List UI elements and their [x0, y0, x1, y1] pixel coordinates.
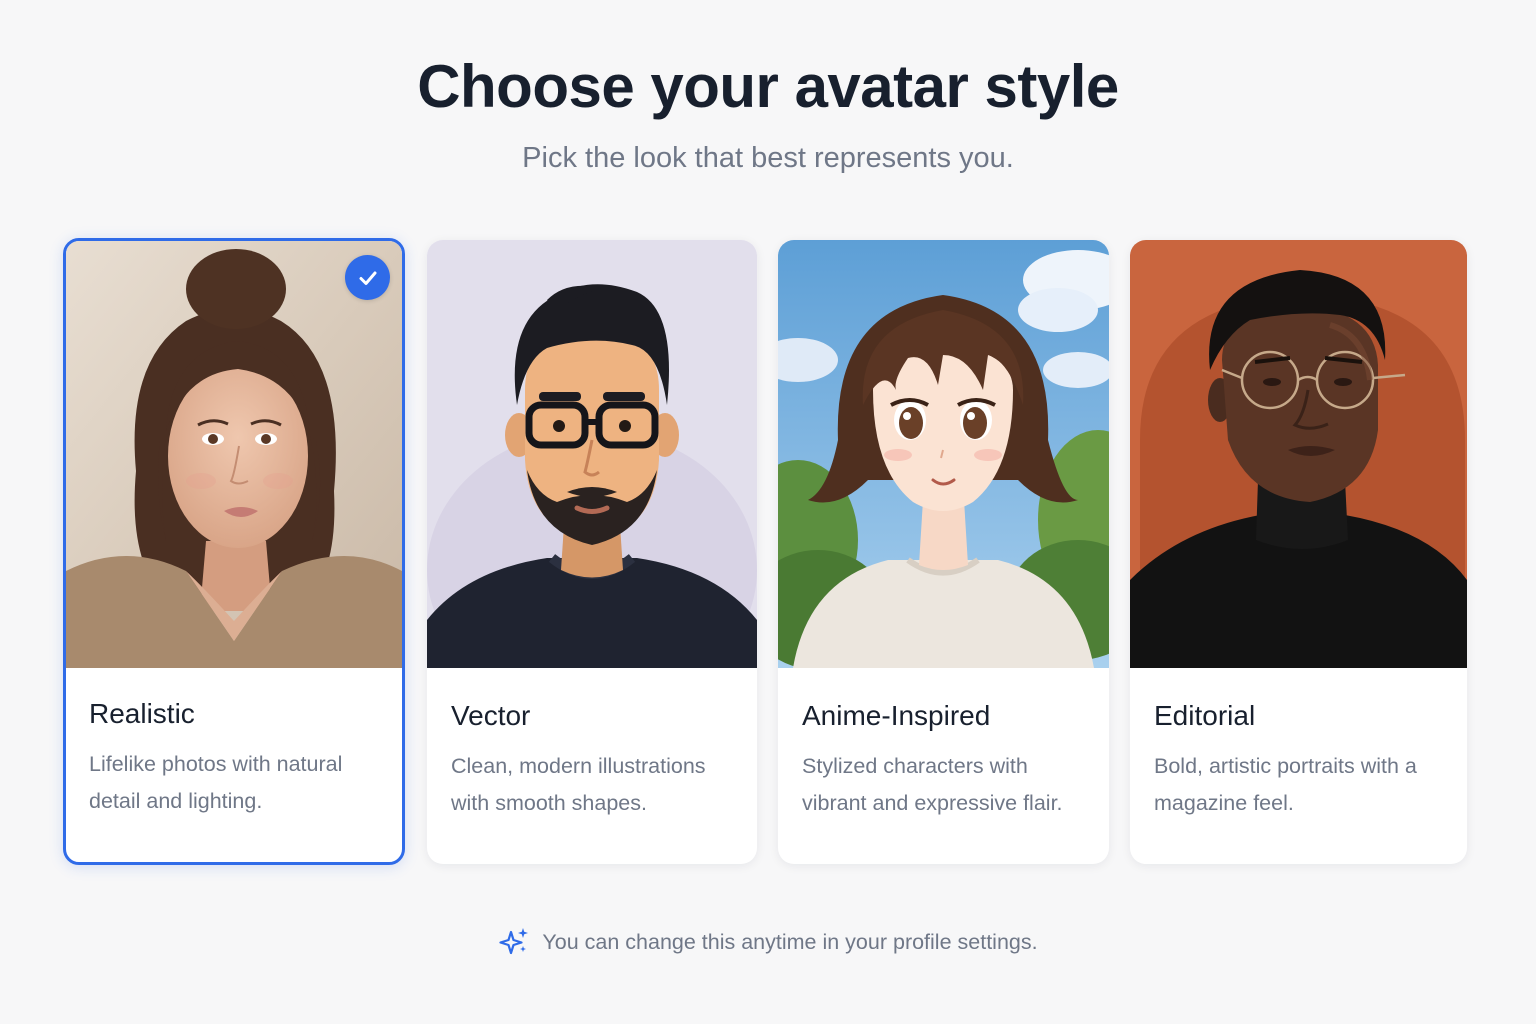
page-subtitle: Pick the look that best represents you.	[522, 142, 1014, 174]
anime-portrait-image	[778, 240, 1109, 668]
style-description: Stylized characters with vibrant and exp…	[802, 754, 1063, 815]
avatar-style-page: Choose your avatar style Pick the look t…	[0, 0, 1536, 1024]
avatar-style-card-editorial[interactable]: Editorial Bold, artistic portraits with …	[1130, 240, 1467, 864]
avatar-style-card-anime-inspired[interactable]: Anime-Inspired Stylized characters with …	[778, 240, 1109, 864]
style-name: Anime-Inspired	[802, 700, 991, 731]
realistic-portrait-image	[66, 241, 402, 668]
style-name: Vector	[451, 700, 531, 731]
page-title: Choose your avatar style	[417, 53, 1119, 120]
style-name: Editorial	[1154, 700, 1256, 731]
footer-note-text: You can change this anytime in your prof…	[542, 929, 1038, 954]
selected-check-badge	[345, 255, 390, 300]
checkmark-icon	[359, 271, 376, 285]
style-description: Lifelike photos with natural detail and …	[89, 752, 343, 813]
avatar-style-card-vector[interactable]: Vector Clean, modern illustrations with …	[427, 240, 757, 864]
vector-portrait-image	[427, 240, 757, 668]
sparkle-icon	[499, 928, 529, 955]
footer-note: You can change this anytime in your prof…	[0, 926, 1536, 958]
style-name: Realistic	[89, 698, 195, 729]
style-description: Bold, artistic portraits with a magazine…	[1154, 754, 1417, 815]
style-description: Clean, modern illustrations with smooth …	[451, 754, 706, 815]
avatar-style-card-realistic[interactable]: Realistic Lifelike photos with natural d…	[63, 238, 405, 865]
editorial-portrait-image	[1130, 240, 1467, 668]
